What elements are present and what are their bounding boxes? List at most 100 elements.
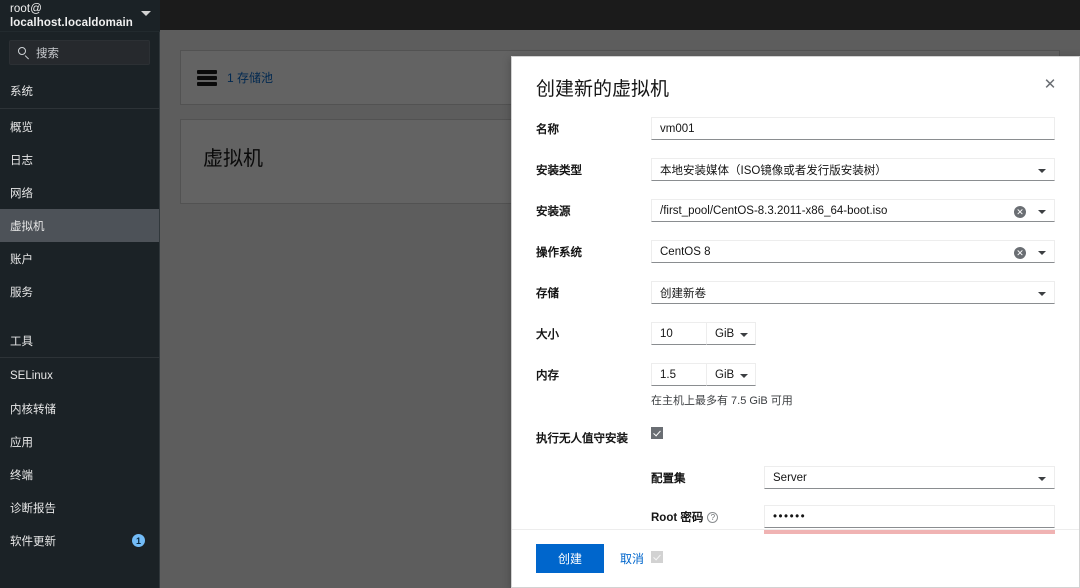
clear-circle-icon[interactable]: ✕ xyxy=(1014,205,1026,218)
search-placeholder: 搜索 xyxy=(36,47,59,60)
sidebar-item-label: 概览 xyxy=(10,121,33,134)
sidebar-item-label: 终端 xyxy=(10,469,33,482)
name-label: 名称 xyxy=(536,124,559,136)
install-source-label: 安装源 xyxy=(536,206,571,218)
storage-value: 创建新卷 xyxy=(660,287,706,300)
search-area: 搜索 xyxy=(0,32,159,74)
field-row-memory: 内存 1.5 GiB 在主机上最多有 7.5 GiB 可用 xyxy=(536,363,1055,408)
host-switcher[interactable]: root@ localhost.localdomain xyxy=(0,0,160,32)
sidebar-item-diagnostic-reports[interactable]: 诊断报告 xyxy=(0,491,159,524)
create-button[interactable]: 创建 xyxy=(536,544,605,573)
sidebar-item-network[interactable]: 网络 xyxy=(0,176,159,209)
close-icon[interactable]: ✕ xyxy=(1039,73,1061,95)
dialog-body: 名称 vm001 安装类型 本地安装媒体（ISO镜像或者发行版安装树） 安装源 xyxy=(512,107,1079,572)
sidebar-item-label: 内核转储 xyxy=(10,403,56,416)
memory-label: 内存 xyxy=(536,370,559,382)
install-type-value: 本地安装媒体（ISO镜像或者发行版安装树） xyxy=(660,164,887,177)
profile-label: 配置集 xyxy=(651,473,686,485)
sidebar-item-terminal[interactable]: 终端 xyxy=(0,458,159,491)
os-select[interactable]: CentOS 8 ✕ xyxy=(651,240,1055,263)
chevron-down-icon xyxy=(1038,251,1046,255)
sidebar-item-system[interactable]: 系统 xyxy=(0,74,159,107)
size-input[interactable]: 10 xyxy=(651,322,706,345)
field-row-profile: 配置集 Server xyxy=(536,466,1055,489)
sidebar-divider xyxy=(0,108,159,109)
size-stepper: 10 GiB xyxy=(651,322,756,345)
sidebar-item-kdump[interactable]: 内核转储 xyxy=(0,392,159,425)
sidebar-item-label: SELinux xyxy=(10,369,53,382)
field-row-unattended: 执行无人值守安装 xyxy=(536,426,1055,448)
sidebar-divider xyxy=(0,357,159,358)
clear-circle-icon[interactable]: ✕ xyxy=(1014,246,1026,259)
root-password-label-text: Root 密码 xyxy=(651,512,704,524)
os-value: CentOS 8 xyxy=(660,245,711,258)
dialog-footer: 创建 取消 xyxy=(512,529,1079,587)
sidebar-item-label: 日志 xyxy=(10,154,33,167)
size-unit-select[interactable]: GiB xyxy=(706,322,756,345)
sidebar-item-label: 服务 xyxy=(10,286,33,299)
sidebar-item-label: 网络 xyxy=(10,187,33,200)
sidebar: root@ localhost.localdomain 搜索 系统 概览 日志 … xyxy=(0,0,160,588)
field-row-install-source: 安装源 /first_pool/CentOS-8.3.2011-x86_64-b… xyxy=(536,199,1055,222)
sidebar-item-label: 诊断报告 xyxy=(10,502,56,515)
dialog-header: 创建新的虚拟机 ✕ xyxy=(512,57,1079,107)
name-input[interactable]: vm001 xyxy=(651,117,1055,140)
host-name: localhost.localdomain xyxy=(10,17,133,29)
field-row-install-type: 安装类型 本地安装媒体（ISO镜像或者发行版安装树） xyxy=(536,158,1055,181)
unattended-checkbox[interactable] xyxy=(651,427,663,439)
sidebar-item-selinux[interactable]: SELinux xyxy=(0,359,159,392)
chevron-down-icon xyxy=(1038,292,1046,296)
sidebar-item-label: 虚拟机 xyxy=(10,220,45,233)
sidebar-item-overview[interactable]: 概览 xyxy=(0,110,159,143)
profile-value: Server xyxy=(773,471,807,484)
chevron-down-icon xyxy=(1038,210,1046,214)
memory-hint: 在主机上最多有 7.5 GiB 可用 xyxy=(651,395,793,407)
profile-select[interactable]: Server xyxy=(764,466,1055,489)
field-row-size: 大小 10 GiB xyxy=(536,322,1055,345)
field-row-storage: 存储 创建新卷 xyxy=(536,281,1055,304)
chevron-down-icon xyxy=(740,333,748,337)
status-badge: 1 xyxy=(132,534,145,547)
root-password-input[interactable]: •••••• xyxy=(764,505,1055,528)
sidebar-item-virtual-machines[interactable]: 虚拟机 xyxy=(0,209,159,242)
chevron-down-icon[interactable] xyxy=(141,11,151,16)
os-label: 操作系统 xyxy=(536,247,582,259)
top-bar xyxy=(160,0,1080,30)
sidebar-item-applications[interactable]: 应用 xyxy=(0,425,159,458)
cancel-button[interactable]: 取消 xyxy=(620,550,644,567)
memory-stepper: 1.5 GiB xyxy=(651,363,756,386)
sidebar-item-label: 软件更新 xyxy=(10,535,56,548)
sidebar-group-tools: 工具 xyxy=(0,326,159,356)
memory-unit-value: GiB xyxy=(715,368,735,381)
app-root: root@ localhost.localdomain 搜索 系统 概览 日志 … xyxy=(0,0,1080,588)
host-user: root@ xyxy=(10,3,42,15)
install-source-select[interactable]: /first_pool/CentOS-8.3.2011-x86_64-boot.… xyxy=(651,199,1055,222)
sidebar-item-services[interactable]: 服务 xyxy=(0,275,159,308)
root-password-value: •••••• xyxy=(773,510,807,523)
unattended-label: 执行无人值守安装 xyxy=(536,433,628,445)
storage-label: 存储 xyxy=(536,288,559,300)
field-row-os: 操作系统 CentOS 8 ✕ xyxy=(536,240,1055,263)
help-circle-icon[interactable]: ? xyxy=(707,512,719,523)
install-type-select[interactable]: 本地安装媒体（ISO镜像或者发行版安装树） xyxy=(651,158,1055,181)
storage-select[interactable]: 创建新卷 xyxy=(651,281,1055,304)
sidebar-item-label: 应用 xyxy=(10,436,33,449)
size-label: 大小 xyxy=(536,329,559,341)
sidebar-item-label: 系统 xyxy=(10,85,33,98)
chevron-down-icon xyxy=(1038,477,1046,481)
install-type-label: 安装类型 xyxy=(536,165,582,177)
install-source-value: /first_pool/CentOS-8.3.2011-x86_64-boot.… xyxy=(660,204,888,217)
memory-unit-select[interactable]: GiB xyxy=(706,363,756,386)
size-unit-value: GiB xyxy=(715,327,735,340)
sidebar-group-label: 工具 xyxy=(10,336,33,348)
sidebar-item-logs[interactable]: 日志 xyxy=(0,143,159,176)
chevron-down-icon xyxy=(1038,169,1046,173)
memory-input[interactable]: 1.5 xyxy=(651,363,706,386)
root-password-label: Root 密码? xyxy=(651,505,764,525)
sidebar-item-software-updates[interactable]: 软件更新 1 xyxy=(0,524,159,557)
search-input[interactable]: 搜索 xyxy=(9,40,150,65)
search-icon xyxy=(18,47,30,60)
field-row-name: 名称 vm001 xyxy=(536,117,1055,140)
chevron-down-icon xyxy=(740,374,748,378)
sidebar-item-accounts[interactable]: 账户 xyxy=(0,242,159,275)
